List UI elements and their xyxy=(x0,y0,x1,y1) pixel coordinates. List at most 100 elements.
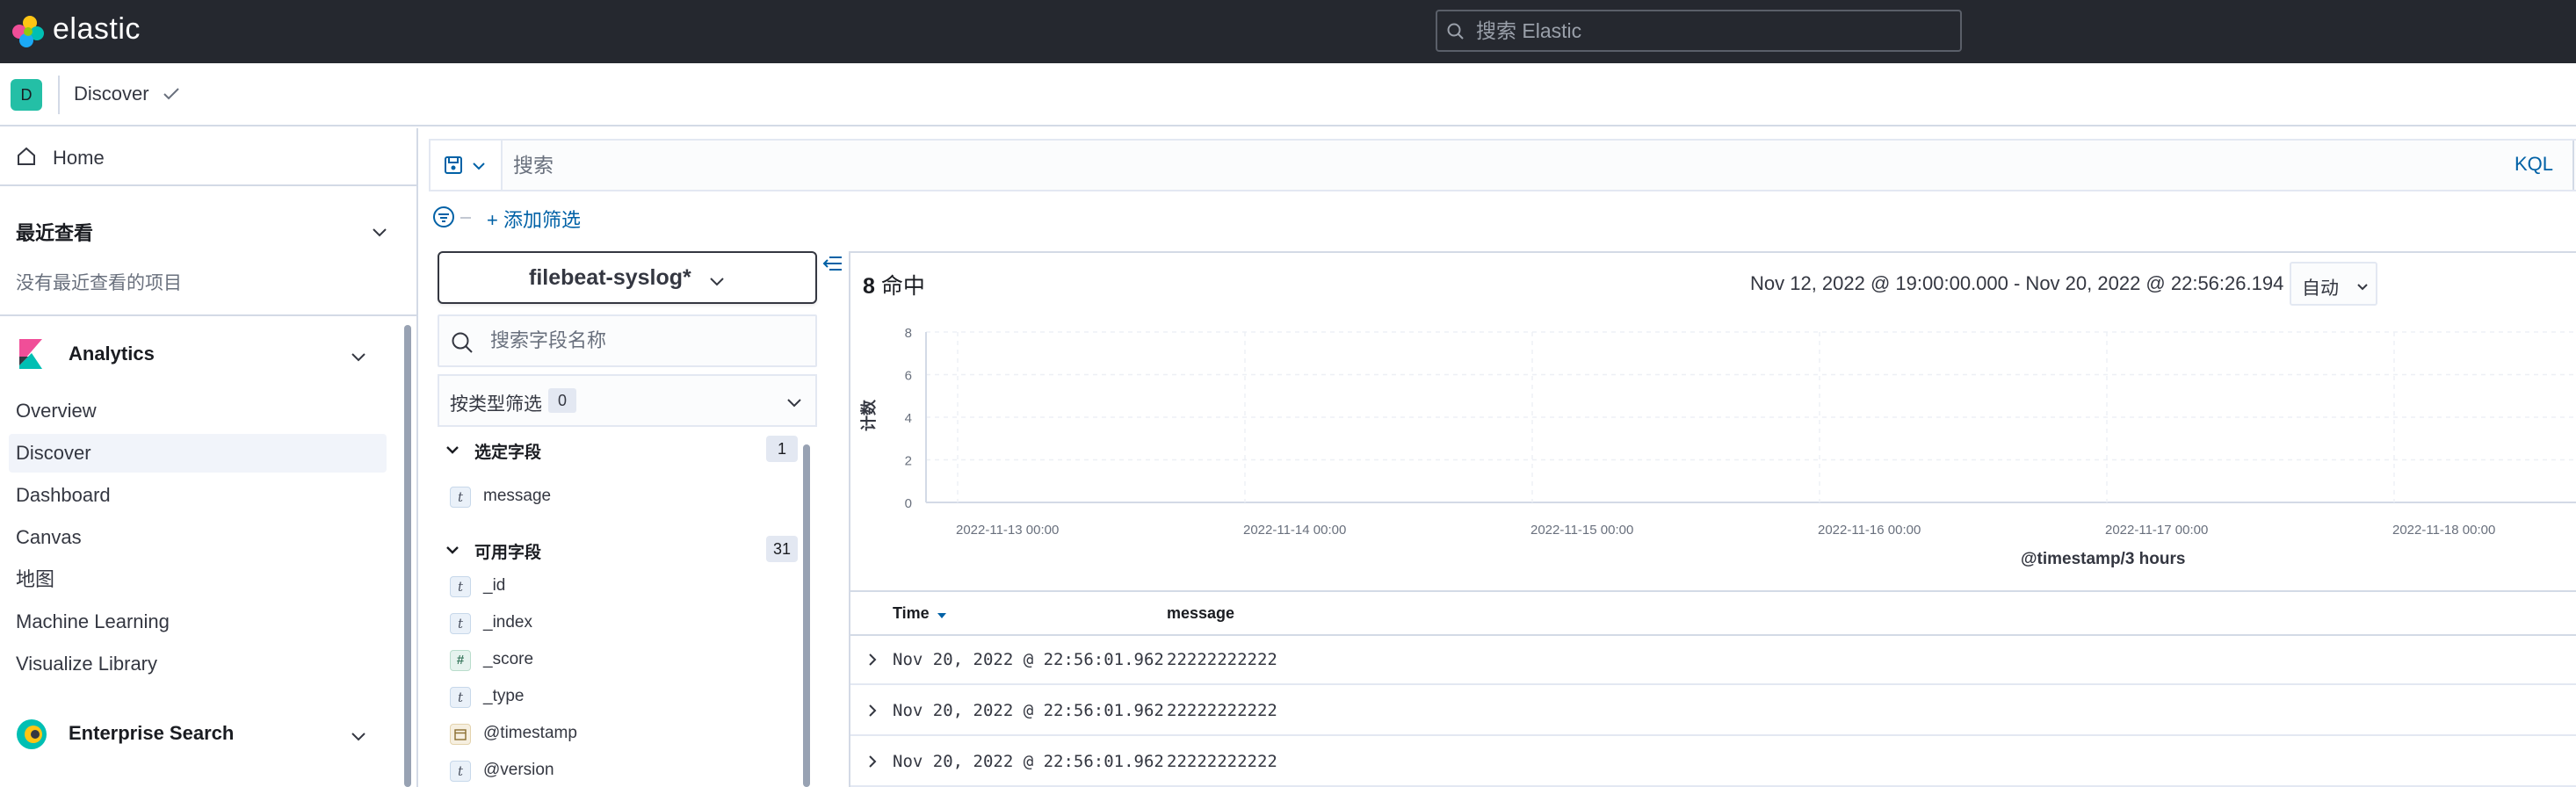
field-name: _type xyxy=(483,687,525,705)
space-avatar[interactable]: D xyxy=(11,79,42,111)
top-header: elastic xyxy=(0,0,2576,63)
field-name: _id xyxy=(483,576,506,595)
interval-select[interactable]: 自动 xyxy=(2290,262,2377,306)
chart-x-tick-label: 2022-11-18 00:00 xyxy=(2392,523,2495,538)
field-name: @version xyxy=(483,761,554,779)
divider xyxy=(460,217,471,219)
interval-value: 自动 xyxy=(2302,278,2339,299)
selected-fields-count: 1 xyxy=(766,436,798,462)
field-type-filter[interactable]: 按类型筛选 0 xyxy=(438,374,817,427)
add-filter-button[interactable]: + 添加筛选 xyxy=(487,205,581,233)
check-icon xyxy=(163,88,179,100)
field-item[interactable]: t @version xyxy=(448,757,800,787)
nav-item-visualize-library[interactable]: Visualize Library xyxy=(16,645,385,683)
field-item[interactable]: @timestamp xyxy=(448,720,800,750)
row-message: 22222222222 xyxy=(1167,701,1277,720)
save-icon xyxy=(445,156,462,174)
chart-x-tick-label: 2022-11-17 00:00 xyxy=(2105,523,2208,538)
chart-x-tick-label: 2022-11-13 00:00 xyxy=(956,523,1059,538)
nav-group-enterprise-title: Enterprise Search xyxy=(69,722,235,744)
selected-fields-title: 选定字段 xyxy=(474,444,542,462)
chevron-down-icon[interactable] xyxy=(348,726,369,747)
column-header-message[interactable]: message xyxy=(1167,604,1234,623)
chevron-right-icon[interactable] xyxy=(865,703,880,718)
chart-x-tick-label: 2022-11-15 00:00 xyxy=(1530,523,1633,538)
row-time: Nov 20, 2022 @ 22:56:01.962 xyxy=(893,650,1164,669)
chart-y-tick-label: 2 xyxy=(905,454,912,469)
nav-scrollbar[interactable] xyxy=(404,325,411,787)
field-item[interactable]: # _score xyxy=(448,646,800,676)
global-search[interactable] xyxy=(1436,10,1962,52)
sort-descending-icon[interactable] xyxy=(937,611,947,620)
nav-group-enterprise-search[interactable]: Enterprise Search xyxy=(0,706,404,759)
string-type-icon: t xyxy=(450,687,471,708)
column-header-time[interactable]: Time xyxy=(893,604,930,623)
index-pattern-label: filebeat-syslog* xyxy=(529,265,691,290)
nav-item-discover[interactable]: Discover xyxy=(9,434,387,473)
hits-counter: 8 命中 xyxy=(863,269,925,300)
search-icon xyxy=(1447,23,1464,40)
chart-y-tick-label: 8 xyxy=(905,326,912,341)
table-row[interactable]: Nov 20, 2022 @ 22:56:01.962 22222222222 xyxy=(850,636,2576,685)
field-item[interactable]: t _index xyxy=(448,610,800,639)
breadcrumb-current: Discover xyxy=(74,83,149,105)
index-pattern-select[interactable]: filebeat-syslog* xyxy=(438,251,817,304)
field-name: message xyxy=(483,487,552,505)
divider xyxy=(2572,141,2574,190)
recently-viewed-title[interactable]: 最近查看 xyxy=(16,218,93,246)
type-filter-label: 按类型筛选 xyxy=(450,394,542,415)
saved-query-button[interactable] xyxy=(431,141,503,190)
string-type-icon: t xyxy=(450,487,471,508)
string-type-icon: t xyxy=(450,576,471,597)
nav-home[interactable]: Home xyxy=(0,128,416,186)
chart-y-axis-label: 计数 xyxy=(860,400,878,431)
nav-home-label: Home xyxy=(53,147,105,169)
field-name: @timestamp xyxy=(483,724,577,742)
chevron-down-icon[interactable] xyxy=(369,221,390,242)
row-time: Nov 20, 2022 @ 22:56:01.962 xyxy=(893,701,1164,720)
row-message: 22222222222 xyxy=(1167,752,1277,771)
field-search-input[interactable] xyxy=(490,327,807,355)
query-bar: KQL xyxy=(429,139,2576,191)
chevron-down-icon[interactable] xyxy=(348,346,369,367)
chevron-right-icon[interactable] xyxy=(865,754,880,769)
chevron-down-icon xyxy=(2357,284,2368,291)
available-fields-title: 可用字段 xyxy=(474,544,542,562)
nav-item-canvas[interactable]: Canvas xyxy=(16,518,385,557)
chevron-right-icon[interactable] xyxy=(865,652,880,668)
filter-menu-icon[interactable] xyxy=(432,206,455,228)
field-item[interactable]: t message xyxy=(448,483,800,513)
available-fields-section[interactable]: 可用字段 31 xyxy=(443,534,798,566)
table-row[interactable]: Nov 20, 2022 @ 22:56:01.962 22222222222 xyxy=(850,738,2576,787)
elastic-logo-icon[interactable] xyxy=(11,14,46,49)
query-input[interactable] xyxy=(513,148,2576,183)
field-item[interactable]: t _id xyxy=(448,573,800,603)
chevron-down-icon xyxy=(446,446,459,454)
row-time: Nov 20, 2022 @ 22:56:01.962 xyxy=(893,752,1164,771)
field-item[interactable]: t _type xyxy=(448,683,800,713)
table-row[interactable]: Nov 20, 2022 @ 22:56:01.962 22222222222 xyxy=(850,687,2576,736)
nav-item-maps[interactable]: 地图 xyxy=(16,560,385,599)
field-name: _index xyxy=(483,613,532,632)
chart-y-tick-label: 0 xyxy=(905,496,912,511)
brand-name[interactable]: elastic xyxy=(53,12,141,47)
nav-item-dashboard[interactable]: Dashboard xyxy=(16,476,385,515)
hits-label: 命中 xyxy=(880,274,925,299)
string-type-icon: t xyxy=(450,613,471,634)
selected-fields-section[interactable]: 选定字段 1 xyxy=(443,434,798,466)
nav-group-analytics[interactable]: Analytics xyxy=(0,327,404,379)
divider xyxy=(58,76,60,114)
home-icon xyxy=(18,147,35,165)
divider xyxy=(0,314,416,316)
query-language-button[interactable]: KQL xyxy=(2514,153,2553,176)
nav-item-overview[interactable]: Overview xyxy=(16,392,385,430)
recently-viewed-empty: 没有最近查看的项目 xyxy=(16,273,182,293)
chart-x-tick-label: 2022-11-16 00:00 xyxy=(1818,523,1921,538)
string-type-icon: t xyxy=(450,761,471,782)
global-search-input[interactable] xyxy=(1476,17,1950,45)
nav-item-machine-learning[interactable]: Machine Learning xyxy=(16,603,385,641)
field-search[interactable] xyxy=(438,314,817,367)
collapse-sidebar-icon[interactable] xyxy=(821,253,843,274)
field-list-scrollbar[interactable] xyxy=(803,444,810,787)
chart-x-tick-label: 2022-11-14 00:00 xyxy=(1243,523,1346,538)
